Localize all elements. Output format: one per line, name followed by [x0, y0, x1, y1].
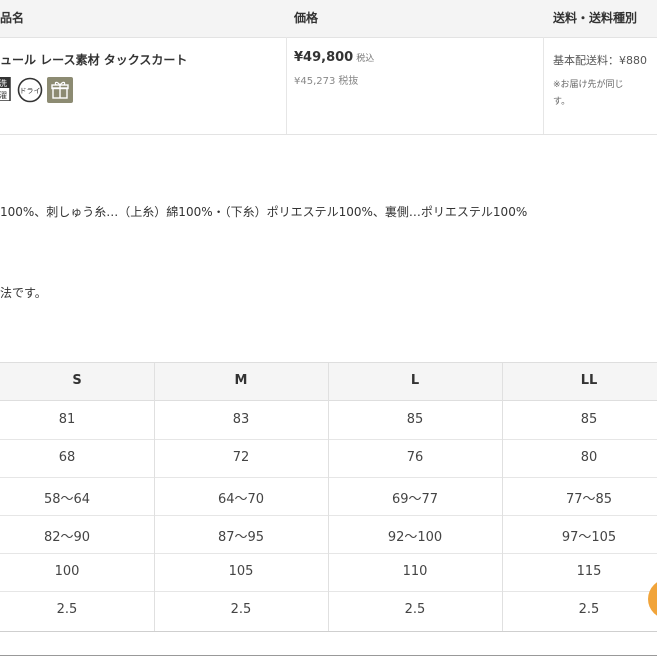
header-price: 価格: [294, 11, 319, 25]
table-cell: 69〜77: [391, 492, 439, 507]
table-cell: 85: [406, 412, 424, 427]
table-cell: 76: [406, 450, 424, 465]
size-header-m: M: [234, 373, 248, 388]
shipping-note-line: ※お届け先が同じ: [553, 80, 624, 90]
shipping-note-line: す。: [553, 97, 571, 107]
column-divider: [328, 363, 329, 631]
table-cell: 2.5: [230, 602, 252, 617]
material-description: 100%、刺しゅう糸…（上糸）綿100%・（下糸）ポリエステル100%、裏側…ポ…: [0, 205, 528, 219]
column-divider: [543, 37, 544, 134]
divider: [0, 655, 657, 656]
table-cell: 87〜95: [217, 530, 265, 545]
dry-clean-icon: ドライ: [17, 77, 43, 103]
table-cell: 85: [580, 412, 598, 427]
table-cell: 92〜100: [387, 530, 443, 545]
table-cell: 100: [54, 564, 80, 579]
tax-in-label: 税込: [356, 54, 375, 64]
table-cell: 80: [580, 450, 598, 465]
table-cell: 77〜85: [565, 492, 613, 507]
size-note: 法です。: [0, 286, 47, 300]
shipping-note: ※お届け先が同じ す。: [553, 77, 657, 111]
product-info-table: 品名 価格 送料・送料種別 ュール レース素材 タックスカート 洗 濯 ドライ: [0, 0, 657, 135]
size-header-l: L: [410, 373, 420, 388]
table-cell: 2.5: [56, 602, 78, 617]
price-tax-included: ¥49,800 税込: [294, 50, 374, 65]
price-tax-excluded: ¥45,273 税抜: [294, 72, 358, 87]
column-divider: [154, 363, 155, 631]
svg-text:ドライ: ドライ: [20, 87, 41, 95]
column-divider: [286, 37, 287, 134]
svg-text:洗: 洗: [0, 78, 7, 88]
table-cell: 64〜70: [217, 492, 265, 507]
table-cell: 115: [576, 564, 602, 579]
table-cell: 110: [402, 564, 428, 579]
table-cell: 82〜90: [43, 530, 91, 545]
svg-text:濯: 濯: [0, 90, 7, 100]
table-cell: 58〜64: [43, 492, 91, 507]
table-cell: 81: [58, 412, 76, 427]
table-cell: 68: [58, 450, 76, 465]
size-table: S M L LL 81 83 85 85 68 72 76 80 58〜64 6…: [0, 362, 657, 632]
table-cell: 97〜105: [561, 530, 617, 545]
shipping-fee: 基本配送料：¥880: [553, 54, 647, 67]
table-cell: 105: [228, 564, 254, 579]
table-cell: 2.5: [578, 602, 600, 617]
header-product-name: 品名: [0, 11, 25, 25]
size-header-s: S: [72, 373, 82, 388]
care-label-icon: 洗 濯: [0, 76, 11, 102]
table-cell: 83: [232, 412, 250, 427]
table-cell: 2.5: [404, 602, 426, 617]
product-table-header: 品名 価格 送料・送料種別: [0, 0, 657, 38]
header-shipping: 送料・送料種別: [553, 11, 638, 25]
product-name[interactable]: ュール レース素材 タックスカート: [0, 51, 187, 68]
price-value: ¥49,800: [294, 50, 354, 65]
size-header-ll: LL: [580, 373, 598, 388]
column-divider: [502, 363, 503, 631]
price-ex-value: ¥45,273: [294, 76, 336, 87]
gift-icon: [47, 77, 73, 103]
tax-ex-label: 税抜: [338, 76, 359, 87]
table-cell: 72: [232, 450, 250, 465]
